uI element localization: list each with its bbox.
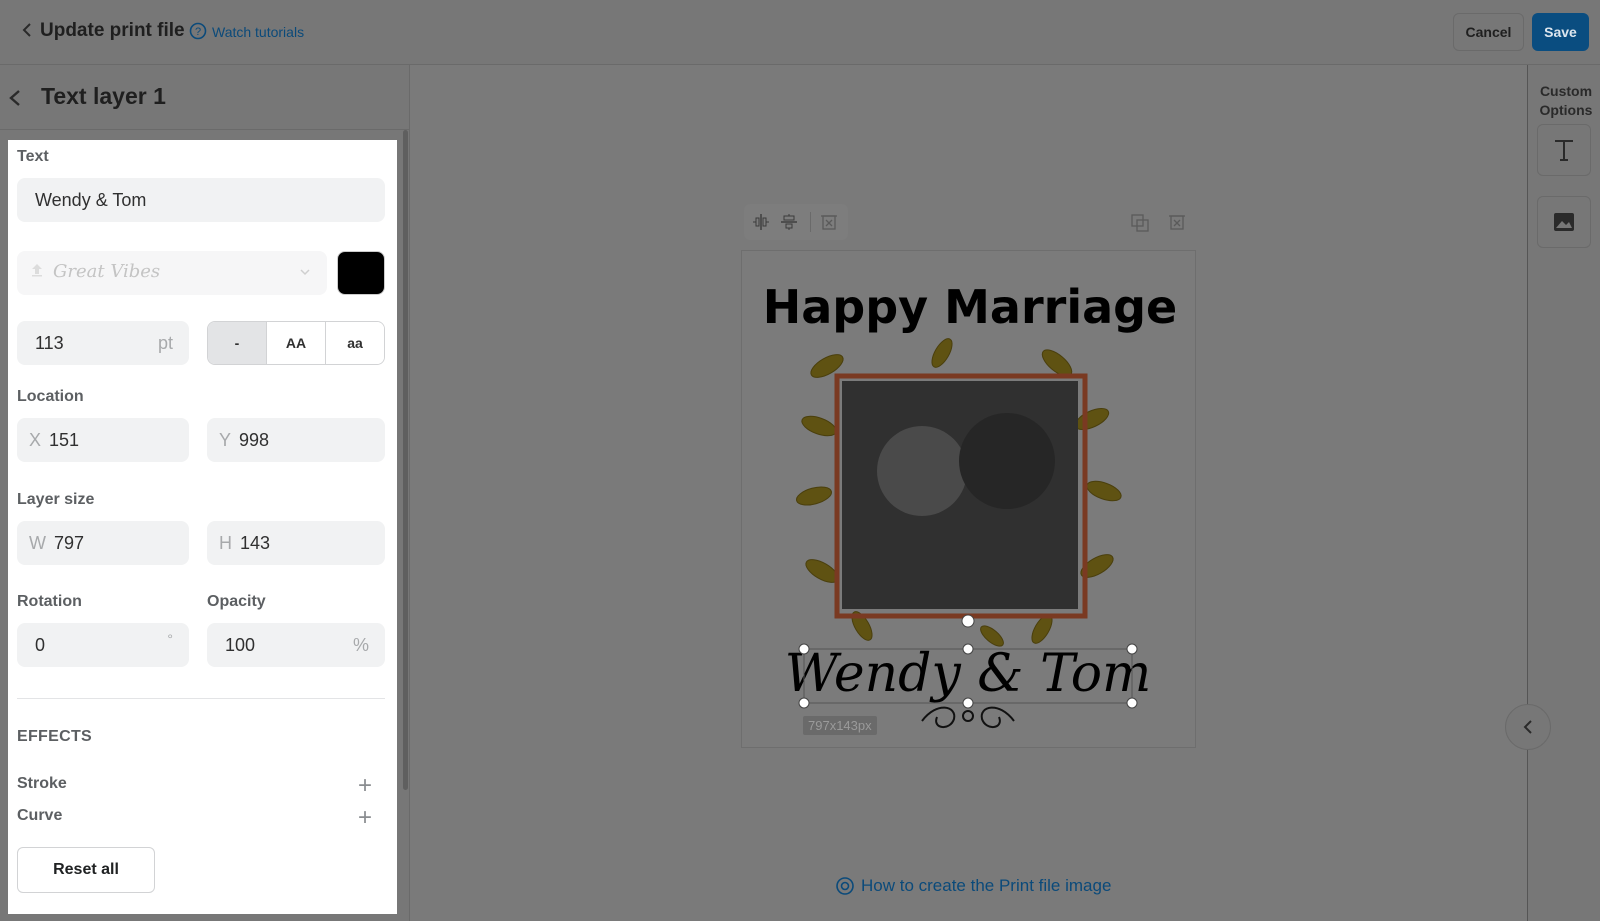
layer-dimensions-badge: 797x143px [803,716,877,735]
text-input-value: Wendy & Tom [35,189,147,210]
x-prefix: X [29,429,42,450]
case-none-button[interactable]: - [208,322,267,364]
toolbar-divider [810,212,811,232]
stroke-label: Stroke [17,775,67,792]
headline-text: Happy Marriage [763,280,1178,334]
font-preview: Great Vibes [53,261,161,282]
h-prefix: H [219,532,232,553]
help-icon[interactable]: ? [189,22,207,40]
width-input[interactable]: W 797 [17,521,189,565]
add-image-button[interactable] [1537,196,1591,248]
font-size-input[interactable]: 113 pt [17,321,189,365]
add-text-button[interactable] [1537,124,1591,176]
page-title: Update print file [40,20,185,41]
text-input[interactable]: Wendy & Tom [17,178,385,222]
text-label: Text [17,148,49,165]
font-size-value: 113 [35,332,64,353]
panel-scrollbar[interactable] [403,130,408,790]
w-value: 797 [54,532,85,553]
top-bar: Update print file ? Watch tutorials Canc… [0,0,1600,65]
panel-header: Text layer 1 [0,65,410,130]
add-curve-icon[interactable]: + [354,806,376,830]
height-input[interactable]: H 143 [207,521,385,565]
y-prefix: Y [219,429,232,450]
trash-icon[interactable] [1168,213,1186,231]
text-case-toggle: - AA aa [207,321,385,365]
font-color-swatch[interactable] [337,251,385,295]
layer-size-label: Layer size [17,491,95,508]
cancel-button[interactable]: Cancel [1453,13,1524,51]
design-artwork: Happy Marriage Wendy & Tom [763,280,1178,728]
location-label: Location [17,388,84,405]
photo-figure-right [959,413,1055,509]
save-button[interactable]: Save [1532,13,1589,51]
align-vertical-center-icon[interactable] [780,213,798,231]
how-to-create-link[interactable]: How to create the Print file image [835,876,1111,896]
image-icon [1554,213,1574,231]
delete-layer-icon[interactable] [820,213,838,231]
case-upper-button[interactable]: AA [267,322,326,364]
w-prefix: W [29,532,46,553]
flourish-ornament [921,706,1015,728]
photo-figure-left [877,426,967,516]
right-rail [1527,65,1600,921]
curve-label: Curve [17,807,63,824]
section-divider [17,698,385,699]
svg-text:?: ? [195,26,201,38]
panel-back-icon[interactable] [5,87,25,109]
h-value: 143 [240,532,271,553]
x-input[interactable]: X 151 [17,418,189,462]
design-canvas[interactable]: Happy Marriage Wendy & Tom [741,250,1196,748]
duplicate-icon[interactable] [1130,213,1150,233]
y-value: 998 [239,429,270,450]
chevron-left-icon [1523,720,1532,734]
layer-title: Text layer 1 [41,83,166,109]
opacity-value: 100 [225,634,256,655]
upload-icon [32,264,42,277]
add-stroke-icon[interactable]: + [354,774,376,798]
text-layer-form: Text Wendy & Tom Great Vibes 113 pt - AA… [8,140,397,914]
align-horizontal-center-icon[interactable] [752,213,770,231]
opacity-label: Opacity [207,593,266,610]
chevron-down-icon [300,269,310,276]
rotation-label: Rotation [17,593,82,610]
lifebuoy-icon [836,877,854,895]
custom-options-label: Custom Options [1539,83,1593,118]
text-icon [1555,140,1573,161]
y-input[interactable]: Y 998 [207,418,385,462]
rotation-input[interactable]: 0 ° [17,623,189,667]
effects-heading: EFFECTS [17,728,92,745]
x-value: 151 [49,429,80,450]
font-select[interactable]: Great Vibes [17,251,327,295]
opacity-input[interactable]: 100 % [207,623,385,667]
rotation-value: 0 [35,634,46,655]
case-lower-button[interactable]: aa [326,322,384,364]
watch-tutorials-link[interactable]: Watch tutorials [212,24,304,40]
opacity-unit: % [352,634,369,655]
reset-all-button[interactable]: Reset all [17,847,155,893]
collapse-panel-button[interactable] [1505,704,1551,750]
how-to-create-label: How to create the Print file image [861,876,1112,895]
canvas-toolbar [744,204,848,240]
rotation-unit: ° [167,631,173,647]
back-chevron-icon[interactable] [20,21,34,39]
font-size-unit: pt [157,332,173,353]
